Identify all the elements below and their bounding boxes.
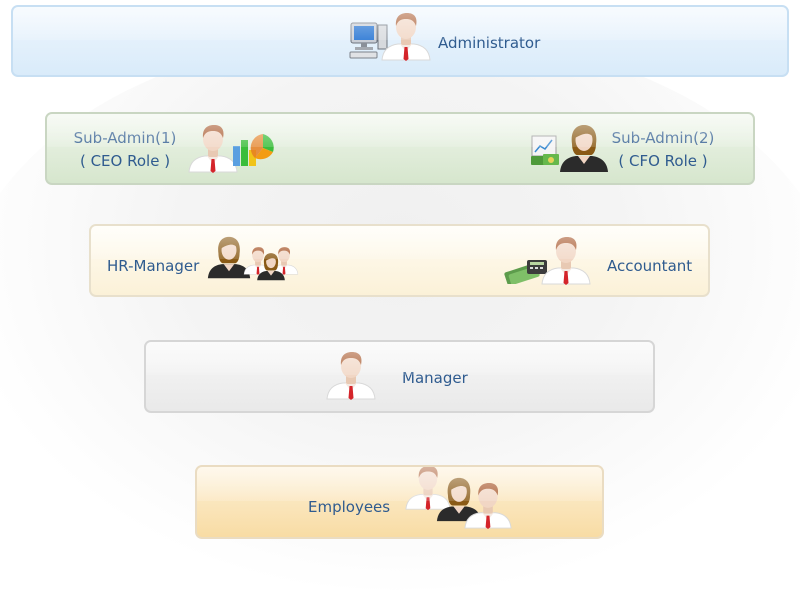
sub-admin-1-label: Sub-Admin(1) ( CEO Role )	[61, 127, 189, 173]
employees-level: Employees	[195, 465, 604, 539]
hr-accountant-level: HR-Manager Accountant	[89, 224, 710, 297]
hr-manager-label: HR-Manager	[107, 257, 200, 275]
group-icon	[243, 246, 303, 282]
sub-admin-2-role: ( CFO Role )	[618, 152, 708, 170]
sub-admin-1-role: ( CEO Role )	[79, 152, 171, 170]
male-user-icon	[464, 482, 512, 530]
manager-label: Manager	[402, 369, 468, 387]
manager-level: Manager	[144, 340, 655, 413]
sub-admin-2-title: Sub-Admin(2)	[611, 129, 715, 147]
female-user-icon	[257, 253, 285, 281]
employees-label: Employees	[308, 498, 391, 516]
male-user-icon	[381, 12, 431, 62]
org-hierarchy-diagram: Administrator Sub-Admin(1) ( CEO Role ) …	[0, 0, 800, 600]
sub-admin-1-title: Sub-Admin(1)	[73, 129, 177, 147]
sub-admin-2-label: Sub-Admin(2) ( CFO Role )	[599, 127, 727, 173]
administrator-level: Administrator	[11, 5, 789, 77]
chart-icon	[233, 134, 274, 166]
sub-admin-level: Sub-Admin(1) ( CEO Role ) Sub-Admin(2) (…	[45, 112, 755, 185]
male-user-icon	[541, 236, 591, 286]
accountant-label: Accountant	[607, 257, 693, 275]
administrator-label: Administrator	[438, 34, 541, 52]
male-user-icon	[326, 351, 376, 401]
